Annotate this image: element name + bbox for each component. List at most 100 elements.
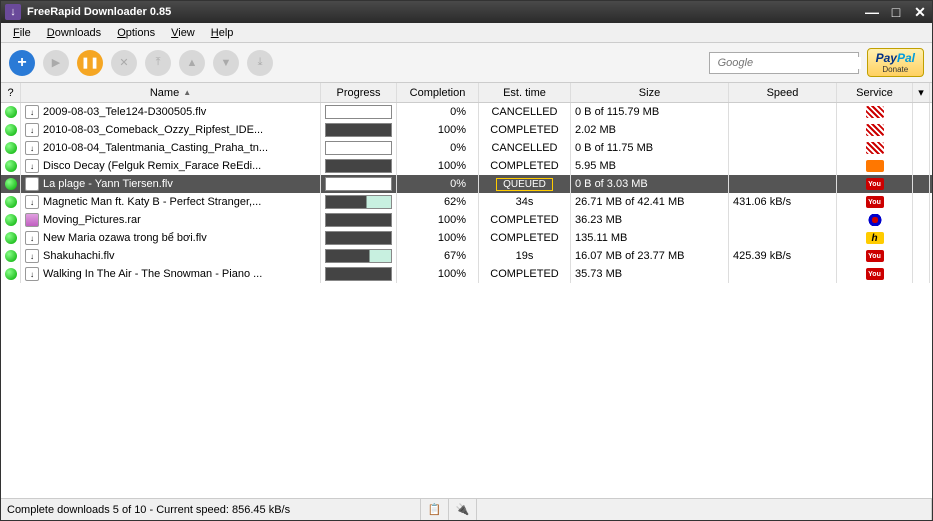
speed-value: 425.39 kB/s: [729, 247, 837, 265]
file-icon: [25, 213, 39, 227]
table-row[interactable]: ↓ La plage - Yann Tiersen.flv 0% QUEUED …: [1, 175, 932, 193]
service-icon: [866, 160, 884, 172]
connection-icon[interactable]: 🔌: [449, 499, 477, 520]
paypal-donate-button[interactable]: PayPal Donate: [867, 48, 924, 77]
maximize-button[interactable]: □: [888, 4, 904, 20]
play-button[interactable]: ▶: [43, 50, 69, 76]
add-button[interactable]: +: [9, 50, 35, 76]
completion-value: 100%: [397, 121, 479, 139]
col-header-speed[interactable]: Speed: [729, 83, 837, 102]
col-header-size[interactable]: Size: [571, 83, 729, 102]
progress-bar: [325, 267, 392, 281]
file-name: 2009-08-03_Tele124-D300505.flv: [43, 106, 206, 118]
col-header-name[interactable]: Name▲: [21, 83, 321, 102]
status-dot-icon: [5, 268, 17, 280]
col-header-progress[interactable]: Progress: [321, 83, 397, 102]
speed-value: [729, 157, 837, 175]
move-up-button[interactable]: ▲: [179, 50, 205, 76]
service-icon: You: [866, 178, 884, 190]
col-header-esttime[interactable]: Est. time: [479, 83, 571, 102]
menubar: File Downloads Options View Help: [1, 23, 932, 43]
app-icon: ↓: [5, 4, 21, 20]
menu-file[interactable]: File: [5, 25, 39, 41]
service-icon: You: [866, 250, 884, 262]
status-dot-icon: [5, 124, 17, 136]
service-icon: [866, 142, 884, 154]
cancel-button[interactable]: ✕: [111, 50, 137, 76]
table-row[interactable]: ↓ Walking In The Air - The Snowman - Pia…: [1, 265, 932, 283]
status-spacer: [477, 499, 932, 520]
progress-bar: [325, 123, 392, 137]
speed-value: [729, 121, 837, 139]
speed-value: [729, 139, 837, 157]
service-icon: [866, 214, 884, 226]
file-name: 2010-08-04_Talentmania_Casting_Praha_tn.…: [43, 142, 268, 154]
speed-value: [729, 211, 837, 229]
table-row[interactable]: ↓ Magnetic Man ft. Katy B - Perfect Stra…: [1, 193, 932, 211]
table-row[interactable]: ↓ 2010-08-04_Talentmania_Casting_Praha_t…: [1, 139, 932, 157]
completion-value: 62%: [397, 193, 479, 211]
download-list: ↓ 2009-08-03_Tele124-D300505.flv 0% CANC…: [1, 103, 932, 498]
status-dot-icon: [5, 196, 17, 208]
file-name: Shakuhachi.flv: [43, 250, 115, 262]
pause-button[interactable]: ❚❚: [77, 50, 103, 76]
search-input[interactable]: [718, 57, 861, 69]
file-icon: ↓: [25, 177, 39, 191]
table-row[interactable]: Moving_Pictures.rar 100% COMPLETED 36.23…: [1, 211, 932, 229]
table-header: ? Name▲ Progress Completion Est. time Si…: [1, 83, 932, 103]
clipboard-monitor-icon[interactable]: 📋: [421, 499, 449, 520]
table-row[interactable]: ↓ 2010-08-03_Comeback_Ozzy_Ripfest_IDE..…: [1, 121, 932, 139]
service-icon: You: [866, 196, 884, 208]
close-button[interactable]: ✕: [912, 4, 928, 20]
minimize-button[interactable]: —: [864, 4, 880, 20]
search-box[interactable]: [709, 52, 859, 74]
esttime-value: COMPLETED: [479, 157, 571, 175]
file-icon: ↓: [25, 105, 39, 119]
completion-value: 67%: [397, 247, 479, 265]
table-row[interactable]: ↓ Disco Decay (Felguk Remix_Farace ReEdi…: [1, 157, 932, 175]
service-icon: h: [866, 232, 884, 244]
esttime-value: QUEUED: [479, 175, 571, 193]
progress-bar: [325, 105, 392, 119]
esttime-value: COMPLETED: [479, 121, 571, 139]
status-dot-icon: [5, 178, 17, 190]
queued-badge: QUEUED: [496, 178, 553, 191]
progress-bar: [325, 249, 392, 263]
table-row[interactable]: ↓ Shakuhachi.flv 67% 19s 16.07 MB of 23.…: [1, 247, 932, 265]
size-value: 26.71 MB of 42.41 MB: [571, 193, 729, 211]
menu-view[interactable]: View: [163, 25, 203, 41]
file-icon: ↓: [25, 195, 39, 209]
status-dot-icon: [5, 214, 17, 226]
file-icon: ↓: [25, 231, 39, 245]
speed-value: [729, 103, 837, 121]
file-name: Disco Decay (Felguk Remix_Farace ReEdi..…: [43, 160, 261, 172]
move-bottom-button[interactable]: ⤓: [247, 50, 273, 76]
menu-options[interactable]: Options: [109, 25, 163, 41]
table-row[interactable]: ↓ New Maria ozawa trong bể bơi.flv 100% …: [1, 229, 932, 247]
col-header-completion[interactable]: Completion: [397, 83, 479, 102]
file-icon: ↓: [25, 123, 39, 137]
size-value: 36.23 MB: [571, 211, 729, 229]
menu-downloads[interactable]: Downloads: [39, 25, 109, 41]
service-icon: [866, 124, 884, 136]
menu-help[interactable]: Help: [203, 25, 242, 41]
size-value: 2.02 MB: [571, 121, 729, 139]
col-config-button[interactable]: ▾: [912, 83, 930, 102]
move-down-button[interactable]: ▼: [213, 50, 239, 76]
completion-value: 100%: [397, 157, 479, 175]
progress-bar: [325, 159, 392, 173]
completion-value: 0%: [397, 103, 479, 121]
esttime-value: COMPLETED: [479, 229, 571, 247]
status-dot-icon: [5, 250, 17, 262]
size-value: 35.73 MB: [571, 265, 729, 283]
completion-value: 0%: [397, 139, 479, 157]
window-title: FreeRapid Downloader 0.85: [27, 6, 864, 18]
table-row[interactable]: ↓ 2009-08-03_Tele124-D300505.flv 0% CANC…: [1, 103, 932, 121]
col-header-service[interactable]: Service: [837, 83, 912, 102]
file-name: Magnetic Man ft. Katy B - Perfect Strang…: [43, 196, 261, 208]
col-header-status[interactable]: ?: [1, 83, 21, 102]
file-name: Walking In The Air - The Snowman - Piano…: [43, 268, 262, 280]
move-top-button[interactable]: ⤒: [145, 50, 171, 76]
esttime-value: 19s: [479, 247, 571, 265]
file-icon: ↓: [25, 267, 39, 281]
